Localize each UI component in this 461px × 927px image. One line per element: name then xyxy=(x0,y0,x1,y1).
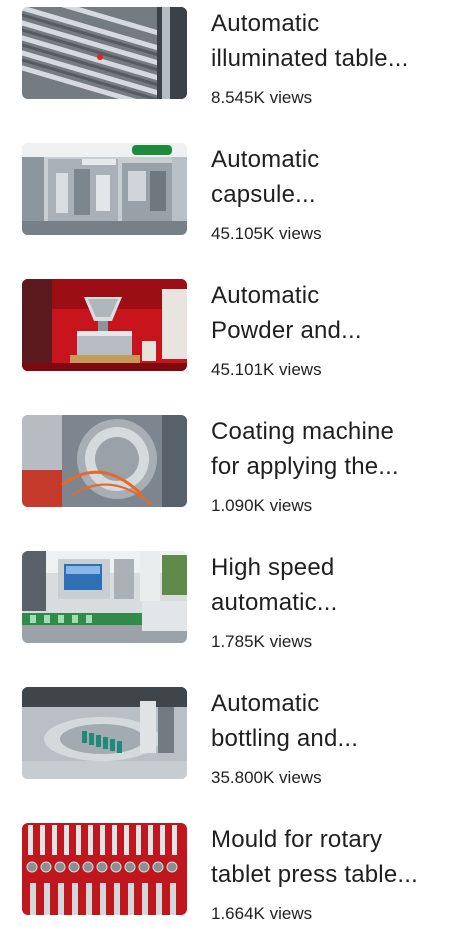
video-item[interactable]: Automatic illuminated table... 8.545K vi… xyxy=(0,0,461,110)
capsule-filling-machine-thumbnail-image xyxy=(22,143,187,235)
view-count: 45.105K views xyxy=(211,224,322,243)
video-title-line: Automatic xyxy=(211,146,320,173)
video-title-line: illuminated table... xyxy=(211,45,409,72)
video-title[interactable]: Coating machine for applying the... xyxy=(211,414,451,484)
video-title-line: automatic... xyxy=(211,589,338,616)
video-title[interactable]: Mould for rotary tablet press table... xyxy=(211,822,451,892)
video-title[interactable]: Automatic capsule... xyxy=(211,142,451,212)
video-title-line: Automatic xyxy=(211,282,320,309)
video-item[interactable]: High speed automatic... 1.785K views xyxy=(0,544,461,654)
view-count: 35.800K views xyxy=(211,768,322,787)
video-title[interactable]: Automatic bottling and... xyxy=(211,686,451,756)
video-title[interactable]: Automatic illuminated table... xyxy=(211,6,451,76)
video-title-line: Coating machine xyxy=(211,418,395,445)
video-title-line: capsule... xyxy=(211,181,316,208)
video-title-line: Powder and... xyxy=(211,317,362,344)
video-thumbnail[interactable] xyxy=(22,143,187,235)
video-item[interactable]: Mould for rotary tablet press table... 1… xyxy=(0,816,461,926)
view-count: 1.664K views xyxy=(211,904,313,923)
video-title[interactable]: High speed automatic... xyxy=(211,550,451,620)
video-item[interactable]: Automatic Powder and... 45.101K views xyxy=(0,272,461,382)
tablet-press-moulds-thumbnail-image xyxy=(22,823,187,915)
illuminated-table-thumbnail-image xyxy=(22,7,187,99)
view-count: 1.090K views xyxy=(211,496,313,515)
view-count: 8.545K views xyxy=(211,88,313,107)
video-title-line: Automatic xyxy=(211,10,320,37)
view-count: 1.785K views xyxy=(211,632,313,651)
video-thumbnail[interactable] xyxy=(22,687,187,779)
video-title-line: bottling and... xyxy=(211,725,359,752)
video-item[interactable]: Automatic capsule... 45.105K views xyxy=(0,136,461,246)
video-title-line: Automatic xyxy=(211,690,320,717)
video-thumbnail[interactable] xyxy=(22,279,187,371)
video-title-line: High speed xyxy=(211,554,335,581)
powder-hopper-machine-thumbnail-image xyxy=(22,279,187,371)
video-thumbnail[interactable] xyxy=(22,823,187,915)
coating-drum-thumbnail-image xyxy=(22,415,187,507)
video-title-line: tablet press table... xyxy=(211,861,418,888)
view-count: 45.101K views xyxy=(211,360,322,379)
video-title-line: Mould for rotary xyxy=(211,826,383,853)
video-thumbnail[interactable] xyxy=(22,415,187,507)
video-thumbnail[interactable] xyxy=(22,7,187,99)
video-title[interactable]: Automatic Powder and... xyxy=(211,278,451,348)
packaging-line-thumbnail-image xyxy=(22,551,187,643)
video-thumbnail[interactable] xyxy=(22,551,187,643)
video-list: Automatic illuminated table... 8.545K vi… xyxy=(0,0,461,927)
video-item[interactable]: Automatic bottling and... 35.800K views xyxy=(0,680,461,790)
video-title-line: for applying the... xyxy=(211,453,399,480)
video-item[interactable]: Coating machine for applying the... 1.09… xyxy=(0,408,461,518)
bottling-turntable-thumbnail-image xyxy=(22,687,187,779)
